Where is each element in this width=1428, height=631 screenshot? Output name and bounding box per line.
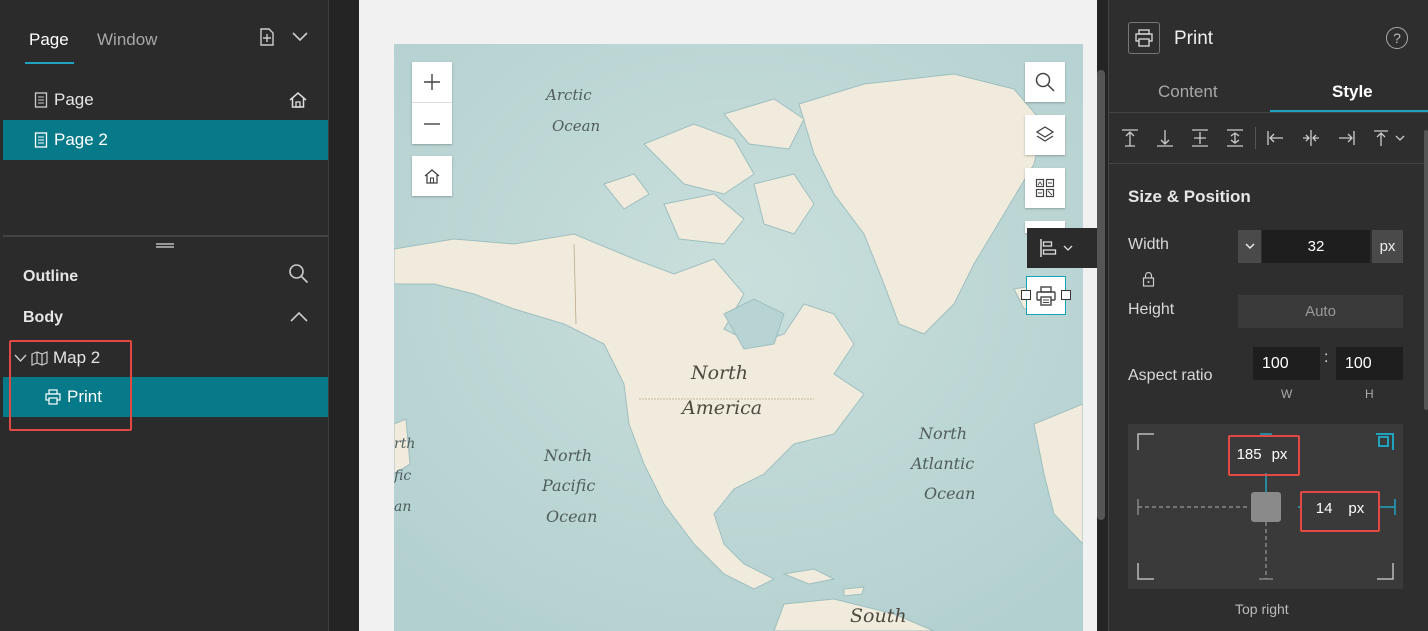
map-label: an <box>394 499 412 515</box>
alignment-toolbar <box>1120 127 1420 149</box>
align-right-icon[interactable] <box>1336 128 1356 148</box>
map-graphic <box>394 44 1083 631</box>
highlight-box <box>1300 491 1380 532</box>
align-toolbar[interactable] <box>1027 228 1097 268</box>
align-bottom-icon[interactable] <box>1155 128 1175 148</box>
highlight-box <box>1228 435 1300 476</box>
outline-title: Outline <box>23 268 79 285</box>
aspect-h-label: H <box>1365 387 1374 401</box>
aspect-height-input[interactable]: 100 <box>1336 347 1403 380</box>
highlight-box <box>9 340 132 431</box>
width-mode-dropdown[interactable] <box>1238 230 1261 263</box>
divider <box>1255 127 1256 149</box>
basemap-gallery-icon[interactable] <box>1025 168 1065 208</box>
page-item-label: Page <box>54 90 94 109</box>
divider <box>1108 112 1428 113</box>
panel-splitter[interactable] <box>3 235 328 237</box>
resize-handle-left[interactable] <box>1021 290 1031 300</box>
divider <box>1108 163 1428 164</box>
width-unit[interactable]: px <box>1372 230 1403 263</box>
tab-window[interactable]: Window <box>97 30 157 50</box>
canvas-scrollbar[interactable] <box>1097 70 1105 520</box>
width-input[interactable]: 32 <box>1262 230 1370 263</box>
body-title: Body <box>23 309 63 326</box>
zoom-control <box>412 62 452 144</box>
panel-scrollbar[interactable] <box>1424 130 1428 410</box>
left-panel: Page Window Page Page 2 Outline Body Map… <box>0 0 329 631</box>
lock-icon[interactable] <box>1142 271 1155 287</box>
map-label: Ocean <box>552 117 601 135</box>
section-title: Size & Position <box>1128 187 1251 206</box>
map-label: North <box>919 424 968 443</box>
align-left-icon[interactable] <box>1266 128 1286 148</box>
height-input[interactable]: Auto <box>1238 295 1403 328</box>
chevron-down-icon[interactable] <box>290 28 310 46</box>
height-label: Height <box>1128 301 1175 318</box>
drag-handle[interactable] <box>156 243 174 248</box>
page-icon <box>34 132 48 148</box>
map-label: South <box>850 605 907 627</box>
chevron-up-icon[interactable] <box>290 311 308 322</box>
home-extent-icon[interactable] <box>412 156 452 196</box>
distribute-vertical-icon[interactable] <box>1225 128 1245 148</box>
aspect-w-label: W <box>1281 387 1293 401</box>
home-icon[interactable] <box>288 90 308 110</box>
map-widget[interactable]: Arctic Ocean North America North Pacific… <box>394 44 1083 631</box>
map-label: North <box>544 446 593 465</box>
page-item-label: Page 2 <box>54 130 108 149</box>
align-center-icon[interactable] <box>1301 128 1321 148</box>
map-label: Atlantic <box>911 454 975 473</box>
align-top-icon[interactable] <box>1120 128 1140 148</box>
panel-title: Print <box>1174 28 1214 49</box>
anchor-label: Top right <box>1235 601 1289 617</box>
map-label: America <box>682 397 763 419</box>
print-widget-selected[interactable] <box>1021 276 1071 315</box>
aspect-width-input[interactable]: 100 <box>1253 347 1320 380</box>
chevron-down-icon[interactable] <box>1063 245 1073 252</box>
print-icon <box>1035 285 1057 307</box>
search-icon[interactable] <box>288 263 309 284</box>
tab-page[interactable]: Page <box>29 30 69 50</box>
chevron-down-icon[interactable] <box>1395 135 1405 142</box>
map-label: Pacific <box>542 476 596 495</box>
page-item-page[interactable]: Page <box>3 80 328 120</box>
map-label: North <box>691 362 749 384</box>
map-label: fic <box>394 468 412 484</box>
align-middle-icon[interactable] <box>1190 128 1210 148</box>
tab-active-indicator <box>25 62 74 64</box>
search-icon[interactable] <box>1025 62 1065 102</box>
map-label: rth <box>394 436 416 452</box>
zoom-in-icon[interactable] <box>412 62 452 103</box>
align-left-icon[interactable] <box>1039 238 1059 258</box>
layers-icon[interactable] <box>1025 115 1065 155</box>
width-label: Width <box>1128 236 1169 253</box>
print-icon <box>1128 22 1160 54</box>
add-page-icon[interactable] <box>256 26 278 48</box>
aspect-ratio-label: Aspect ratio <box>1128 367 1213 384</box>
zoom-out-icon[interactable] <box>412 103 452 144</box>
anchor-top-icon[interactable] <box>1371 128 1391 148</box>
page-item-page-2[interactable]: Page 2 <box>3 120 328 160</box>
map-label: Ocean <box>546 507 598 526</box>
map-label: Arctic <box>546 86 592 104</box>
page-icon <box>34 92 48 108</box>
tab-style[interactable]: Style <box>1332 82 1373 102</box>
aspect-separator: : <box>1324 349 1329 366</box>
map-label: Ocean <box>924 484 976 503</box>
tab-content[interactable]: Content <box>1158 82 1218 102</box>
help-icon[interactable]: ? <box>1386 27 1408 49</box>
resize-handle-right[interactable] <box>1061 290 1071 300</box>
